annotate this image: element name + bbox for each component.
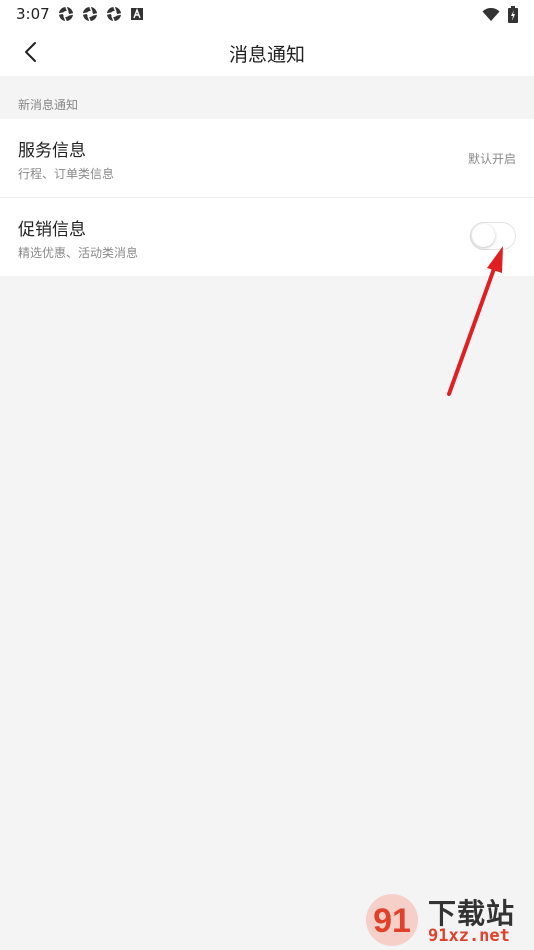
svg-text:91: 91 (373, 902, 411, 940)
setting-title: 促销信息 (18, 220, 86, 240)
setting-title: 服务信息 (18, 141, 86, 161)
setting-row-promo: 促销信息 精选优惠、活动类消息 (0, 198, 534, 276)
app-bar: 消息通知 (0, 28, 534, 76)
aperture-icon (106, 6, 122, 22)
battery-icon (508, 6, 518, 23)
setting-status: 默认开启 (467, 152, 516, 166)
status-time: 3:07 (16, 5, 50, 23)
aperture-icon (82, 6, 98, 22)
a-box-icon (131, 8, 143, 20)
page-title: 消息通知 (228, 44, 305, 66)
status-bar: 3:07 (0, 0, 534, 28)
status-system-icons (482, 6, 518, 23)
toggle-knob (472, 224, 495, 247)
status-notification-icons (58, 6, 144, 22)
aperture-icon (58, 6, 74, 22)
setting-subtitle: 精选优惠、活动类消息 (18, 246, 139, 260)
wifi-icon (482, 7, 500, 21)
setting-subtitle: 行程、订单类信息 (18, 167, 115, 181)
setting-row-service[interactable]: 服务信息 行程、订单类信息 默认开启 (0, 119, 534, 197)
section-header: 新消息通知 (18, 98, 79, 112)
logo-mark-icon: 91 (366, 894, 418, 946)
watermark-url: 91xz.net (428, 926, 510, 946)
watermark-logo: 91 下载站 91xz.net (364, 888, 534, 950)
promo-toggle[interactable] (470, 222, 516, 250)
